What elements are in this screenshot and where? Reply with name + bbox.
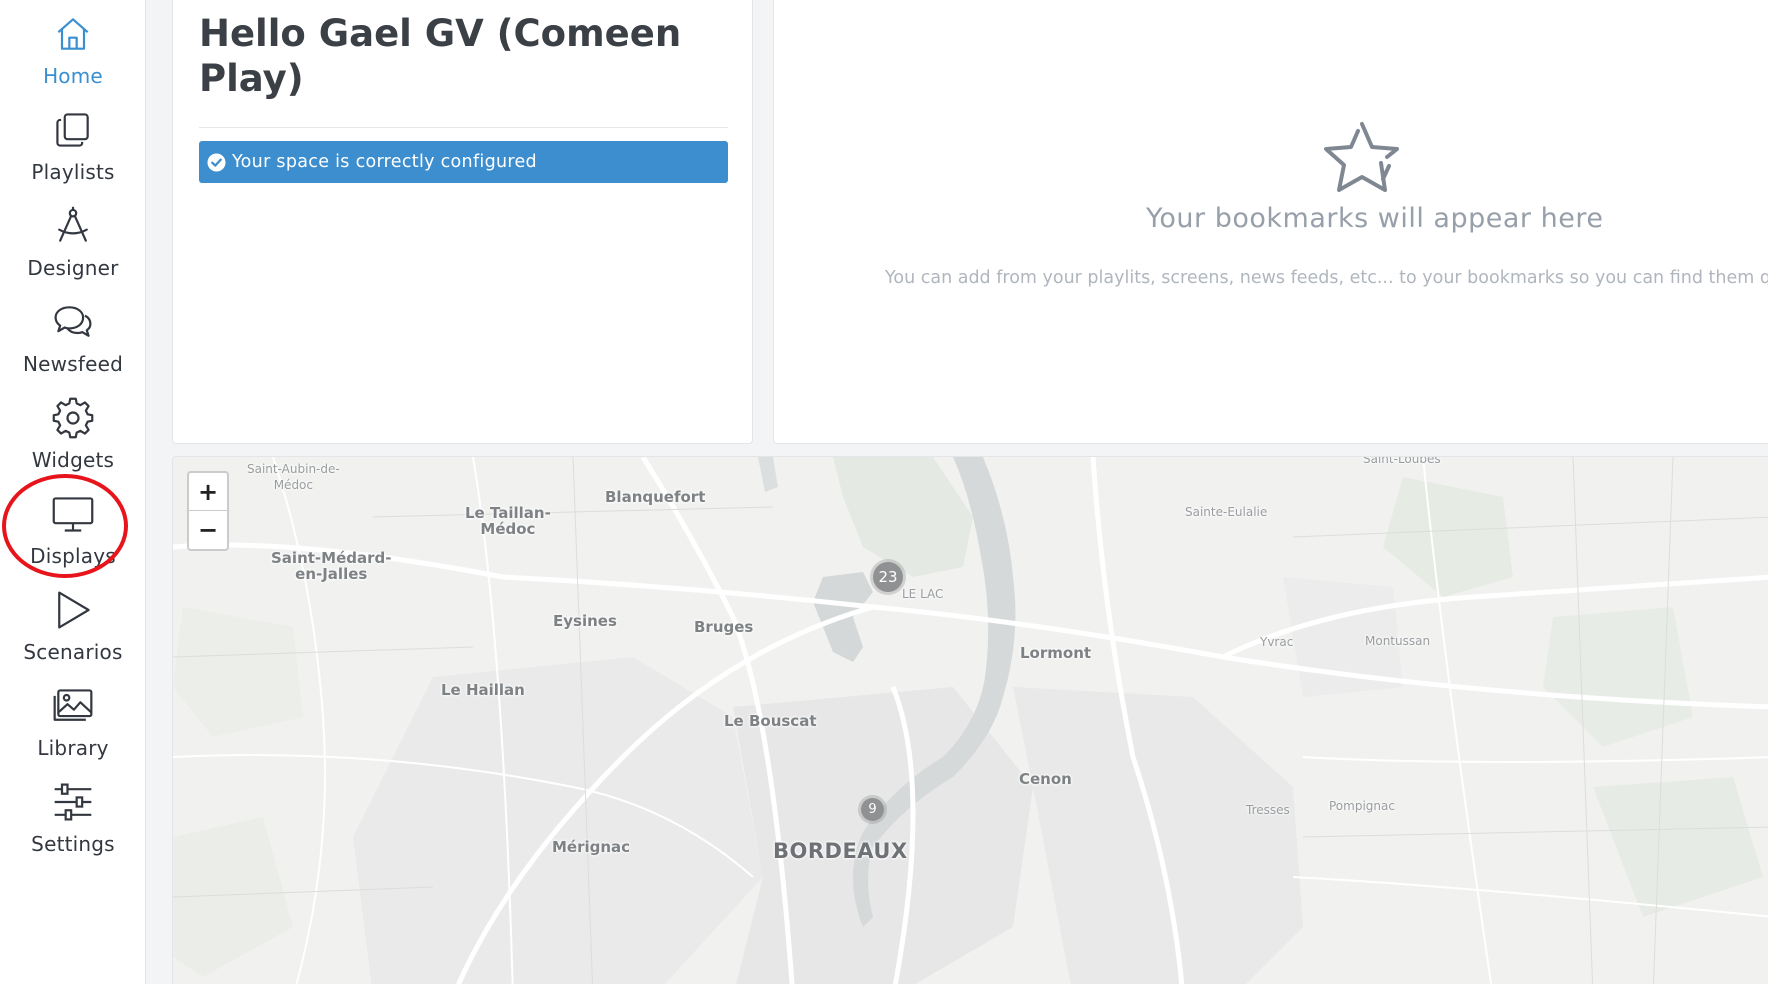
image-library-icon bbox=[49, 682, 97, 730]
sidebar-item-playlists[interactable]: Playlists bbox=[0, 98, 146, 194]
zoom-in-button[interactable]: + bbox=[189, 473, 227, 511]
map-label: BORDEAUX bbox=[773, 839, 908, 863]
map-label: Saint-Médard- en-Jalles bbox=[271, 549, 392, 583]
divider bbox=[199, 127, 728, 128]
status-text: Your space is correctly configured bbox=[232, 152, 537, 172]
bookmarks-card: Your bookmarks will appear here You can … bbox=[773, 0, 1768, 444]
sidebar-item-label: Displays bbox=[30, 544, 116, 568]
sidebar-item-label: Playlists bbox=[31, 160, 115, 184]
zoom-control: + − bbox=[187, 471, 229, 551]
map-label: Montussan bbox=[1365, 634, 1431, 648]
sidebar-item-label: Library bbox=[37, 736, 109, 760]
map-label: Sainte-Eulalie bbox=[1185, 505, 1268, 519]
play-icon bbox=[49, 586, 97, 634]
map-label: Pompignac bbox=[1329, 799, 1395, 813]
map-cluster-marker[interactable]: 23 bbox=[873, 562, 903, 592]
sidebar-item-label: Settings bbox=[31, 832, 115, 856]
displays-map[interactable]: + − Saint-Aubin-de- Médoc Blanquefort Le… bbox=[172, 456, 1768, 984]
sidebar-item-library[interactable]: Library bbox=[0, 674, 146, 770]
map-label: LE LAC bbox=[902, 587, 944, 601]
map-label: Bruges bbox=[694, 618, 754, 636]
map-label: Yvrac bbox=[1260, 635, 1294, 649]
sliders-icon bbox=[49, 778, 97, 826]
map-label: Le Bouscat bbox=[724, 712, 817, 730]
map-label: Le Taillan- Médoc bbox=[465, 504, 551, 538]
map-label: Saint-Loubès bbox=[1363, 456, 1441, 466]
map-label: Blanquefort bbox=[605, 488, 706, 506]
gear-icon bbox=[49, 394, 97, 442]
sidebar: Home Playlists Designer Newsfeed Widgets… bbox=[0, 0, 146, 984]
sidebar-item-widgets[interactable]: Widgets bbox=[0, 386, 146, 482]
map-label: Le Haillan bbox=[441, 681, 525, 699]
sidebar-item-label: Designer bbox=[27, 256, 119, 280]
designer-compass-icon bbox=[49, 202, 97, 250]
monitor-icon bbox=[49, 490, 97, 538]
map-label: Saint-Aubin-de- Médoc bbox=[247, 462, 340, 492]
map-tiles[interactable] bbox=[173, 457, 1768, 984]
welcome-card: Hello Gael GV (Comeen Play) Your space i… bbox=[172, 0, 753, 444]
sidebar-item-label: Widgets bbox=[31, 448, 115, 472]
sidebar-item-displays[interactable]: Displays bbox=[0, 482, 146, 578]
playlists-icon bbox=[49, 106, 97, 154]
sidebar-item-home[interactable]: Home bbox=[0, 2, 146, 98]
page-title: Hello Gael GV (Comeen Play) bbox=[199, 12, 682, 100]
map-label: Tresses bbox=[1246, 803, 1290, 817]
check-circle-icon bbox=[207, 152, 226, 172]
zoom-out-button[interactable]: − bbox=[189, 511, 227, 549]
map-label: Lormont bbox=[1020, 644, 1092, 662]
sidebar-item-settings[interactable]: Settings bbox=[0, 770, 146, 866]
chat-bubbles-icon bbox=[49, 298, 97, 346]
sidebar-item-label: Scenarios bbox=[23, 640, 123, 664]
map-cluster-marker[interactable]: 9 bbox=[861, 798, 884, 821]
sidebar-item-label: Home bbox=[43, 64, 103, 88]
sidebar-item-scenarios[interactable]: Scenarios bbox=[0, 578, 146, 674]
map-label: Mérignac bbox=[552, 838, 631, 856]
star-icon bbox=[1324, 122, 1399, 192]
home-icon bbox=[49, 10, 97, 58]
sidebar-item-designer[interactable]: Designer bbox=[0, 194, 146, 290]
sidebar-item-label: Newsfeed bbox=[23, 352, 123, 376]
map-label: Eysines bbox=[553, 612, 617, 630]
bookmarks-empty-subtitle: You can add from your playlits, screens,… bbox=[885, 268, 1768, 288]
map-label: Cenon bbox=[1019, 770, 1072, 788]
status-banner: Your space is correctly configured bbox=[199, 141, 728, 183]
bookmarks-empty-title: Your bookmarks will appear here bbox=[1146, 203, 1604, 234]
sidebar-item-newsfeed[interactable]: Newsfeed bbox=[0, 290, 146, 386]
